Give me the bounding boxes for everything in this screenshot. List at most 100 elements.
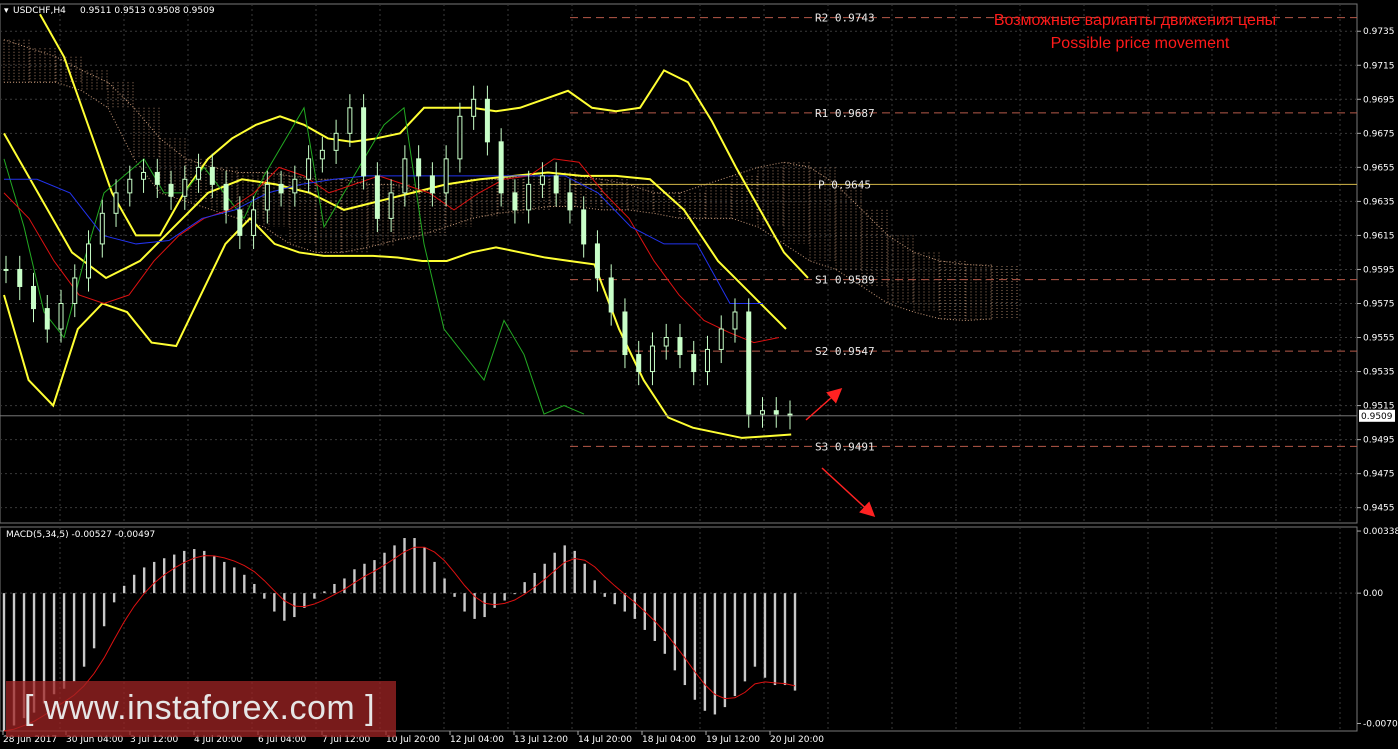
- candle-body: [691, 354, 697, 373]
- macd-bar: [733, 593, 737, 697]
- y-tick-label: 0.9595: [1363, 265, 1395, 275]
- macd-bar: [713, 593, 717, 715]
- macd-bar: [122, 585, 126, 594]
- level-label-r1: R1 0.9687: [815, 107, 875, 120]
- candle-body: [196, 166, 202, 180]
- macd-bar: [193, 549, 196, 594]
- candle-body: [471, 98, 477, 117]
- macd-bar: [703, 593, 707, 711]
- candle-body: [58, 302, 64, 330]
- candle-body: [498, 141, 504, 194]
- macd-bar: [673, 593, 677, 671]
- candle-body: [773, 410, 779, 415]
- macd-bar: [633, 593, 636, 619]
- macd-bar: [683, 593, 687, 686]
- candle-body: [237, 209, 243, 236]
- level-label-r2: R2 0.9743: [815, 12, 875, 25]
- macd-bar: [393, 545, 396, 594]
- down-arrow-icon: [821, 467, 876, 518]
- candle-body: [608, 277, 614, 313]
- watermark: [ www.instaforex.com ]: [6, 681, 396, 737]
- macd-bar: [793, 593, 797, 691]
- macd-bar: [583, 563, 586, 594]
- macd-bar: [513, 593, 516, 595]
- macd-bar: [183, 550, 186, 594]
- candle-body: [663, 337, 669, 347]
- candle-body: [402, 158, 408, 194]
- macd-bar: [2, 593, 6, 731]
- x-tick-label: 14 Jul 20:00: [578, 735, 632, 745]
- bollinger-lower: [3, 216, 792, 439]
- candle-body: [746, 311, 752, 415]
- candle-body: [636, 354, 642, 373]
- y-tick-label: 0.9715: [1363, 61, 1395, 71]
- macd-bar: [383, 552, 386, 594]
- macd-bar: [533, 572, 536, 594]
- candle-body: [333, 132, 339, 151]
- macd-bar: [213, 556, 216, 594]
- candle-body: [72, 277, 78, 304]
- y-tick-label: 0.9735: [1363, 27, 1395, 37]
- macd-bar: [763, 593, 767, 678]
- candle-body: [154, 171, 160, 185]
- candle-body: [759, 410, 765, 415]
- macd-bar: [303, 593, 306, 608]
- candle-body: [539, 175, 545, 185]
- y-tick-label: 0.9675: [1363, 129, 1395, 139]
- candle-body: [99, 212, 105, 245]
- candle-body: [264, 183, 270, 211]
- macd-bar: [82, 593, 86, 667]
- x-tick-label: 13 Jul 12:00: [514, 735, 568, 745]
- macd-bar: [203, 550, 206, 594]
- macd-bar: [433, 561, 436, 594]
- candle-body: [429, 175, 435, 194]
- macd-bar: [553, 552, 556, 594]
- indicator-lines: [3, 13, 809, 439]
- macd-bar: [173, 554, 176, 594]
- macd-bar: [112, 593, 116, 603]
- candle-body: [347, 107, 353, 134]
- candle-body: [594, 243, 600, 279]
- macd-bar: [313, 593, 316, 599]
- level-label-s3: S3 0.9491: [815, 440, 875, 453]
- y-tick-label: 0.9575: [1363, 299, 1395, 309]
- y-tick-label: 0.9615: [1363, 231, 1395, 241]
- macd-bar: [653, 593, 657, 641]
- macd-bar: [373, 560, 376, 594]
- macd-bar: [353, 569, 356, 594]
- macd-bar: [483, 593, 486, 618]
- x-tick-label: 20 Jul 20:00: [770, 735, 824, 745]
- macd-bar: [273, 593, 276, 612]
- macd-bar: [503, 593, 506, 601]
- axes: 0.9735 0.9715 0.9695 0.9675 0.9655 0.9635 0.96…: [0, 27, 1398, 745]
- macd-bar: [62, 593, 66, 689]
- candle-body: [223, 183, 229, 211]
- candle-body: [512, 192, 518, 211]
- macd-bar: [773, 593, 777, 686]
- candle-body: [388, 192, 394, 219]
- candle-body: [567, 192, 573, 211]
- macd-bar: [623, 593, 626, 612]
- macd-bar: [243, 574, 246, 594]
- watermark-text: [ www.instaforex.com ]: [24, 689, 376, 727]
- macd-bar: [593, 580, 596, 594]
- candle-body: [168, 183, 174, 197]
- annotation-en: Possible price movement: [1051, 35, 1230, 52]
- candle-body: [31, 285, 37, 310]
- candle-body: [141, 171, 147, 180]
- candle-body: [718, 328, 724, 350]
- macd-bar: [443, 578, 446, 594]
- candle-body: [278, 183, 284, 194]
- candle-body: [182, 178, 188, 197]
- candle-body: [443, 158, 449, 194]
- y-tick-label: 0.9455: [1363, 504, 1395, 514]
- symbol-dropdown-icon[interactable]: ▾: [4, 6, 9, 16]
- candle-body: [374, 175, 380, 219]
- annotation-ru: Возможные варианты движения цены: [994, 12, 1276, 29]
- macd-bar: [523, 582, 526, 594]
- candle-body: [44, 308, 50, 330]
- level-label-p: P 0.9645: [818, 178, 871, 191]
- macd-bar: [92, 593, 96, 649]
- candle-body: [581, 209, 587, 245]
- candle-body: [306, 158, 312, 180]
